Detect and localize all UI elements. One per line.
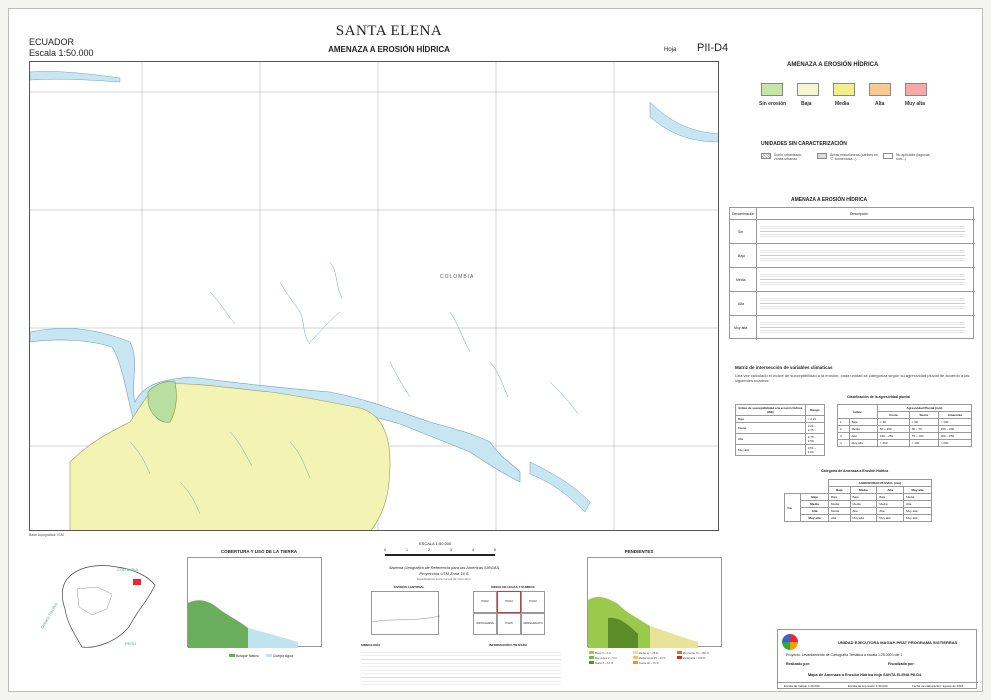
title-block: UNIDAD EJECUTORA MAGAP-PRAT PROGRAMA SIG…: [777, 629, 978, 689]
simbologia-list: [361, 649, 561, 687]
swatch-media: [833, 83, 855, 96]
swatch-baja: [797, 83, 819, 96]
base-note: Base topográfica: IGM: [29, 533, 64, 537]
desc-row: Sin: [730, 220, 975, 244]
desc-row: Baja: [730, 244, 975, 268]
pendientes-title: PENDIENTES: [624, 549, 654, 554]
description-table: Denominación Descripción Sin Baja Media …: [729, 207, 975, 340]
projection-3: Equidistancia entre curvas de nivel 40 m: [417, 577, 471, 581]
location-map: COLOMBIA PERÚ Océano Pacífico: [37, 549, 167, 659]
hoja-label: Hoja: [664, 47, 677, 53]
legend-classes: Sin erosión Baja Media Alta Muy alta: [759, 81, 931, 116]
footer-2: Escala de impresión 1:50.000: [848, 684, 888, 688]
scale-label: Escala 1:50.000: [29, 48, 94, 58]
svg-text:Océano Pacífico: Océano Pacífico: [40, 601, 59, 630]
desc-row: Media: [730, 268, 975, 292]
svg-text:PERÚ: PERÚ: [125, 641, 136, 646]
project-line: Proyecto: Levantamiento de Cartografía T…: [786, 653, 903, 657]
scale-title: ESCALA 1:50.000: [419, 541, 452, 546]
logo-icon: [782, 634, 798, 650]
desc-row: Muy alta: [730, 316, 975, 340]
swatch-no-aplicable: [883, 153, 893, 159]
page-title: SANTA ELENA: [335, 23, 443, 39]
unidades-list: Suelo urbanizado, zonas urbanas Áreas mi…: [761, 153, 931, 171]
swatch-alta: [869, 83, 891, 96]
fiscalizado-label: Fiscalizado por:: [888, 662, 915, 666]
river-nw: [30, 71, 121, 83]
desc-header: Denominación Descripción: [730, 208, 975, 220]
swatch-urbano: [761, 153, 771, 159]
river-se: [529, 461, 591, 513]
label-miscelaneas: Áreas misceláneas (caribes en 'C' tormen…: [830, 153, 878, 161]
swatch-muy-alta: [905, 83, 927, 96]
desc-table-title: AMENAZA A EROSIÓN HÍDRICA: [791, 197, 868, 203]
unidades-title: UNIDADES SIN CARACTERIZACIÓN: [761, 141, 847, 147]
baja-area: [69, 383, 391, 530]
label-no-aplicable: No aplicable (lagunas, ríos...): [896, 153, 931, 161]
susceptibility-table: Índice de susceptibilidad a la erosión h…: [735, 404, 826, 456]
pendientes-legend: Plano 0 – 2 % Muy suave 2 – 5 % Suave 5 …: [589, 651, 729, 671]
swatch-miscelaneas: [817, 153, 827, 159]
division-title: DIVISIÓN CANTONAL: [393, 585, 425, 589]
place-label: COLOMBIA: [440, 274, 474, 280]
indice-title: ÍNDICE DE HOJAS Y RUMBOS: [491, 585, 535, 589]
clasif-title: Clasificación de la agresividad pluvial: [847, 395, 911, 399]
swatch-sin-erosion: [761, 83, 783, 96]
projection-1: Sistema Geográfico de Referencia para la…: [388, 565, 500, 570]
desc-col-2: Descripción: [850, 212, 869, 216]
realizado-label: Realizado por:: [786, 662, 811, 666]
page-subtitle: AMENAZA A EROSIÓN HÍDRICA: [328, 45, 450, 54]
projection-2: Proyección UTM Zona 16 S: [419, 571, 469, 576]
info-title: INFORMACIÓN UTILIZADA: [489, 643, 528, 647]
footer-1: Escala de trabajo 1:25.000: [784, 684, 820, 688]
division-cantonal: [371, 591, 441, 635]
map-sheet: ECUADOR Escala 1:50.000 SANTA ELENA AMEN…: [8, 8, 983, 692]
cobertura-inset[interactable]: [187, 557, 322, 648]
agresividad-table: Índice Agresividad Pluvial (mm) Costa Sier…: [837, 404, 973, 447]
desc-row: Alta: [730, 292, 975, 316]
matrix-title: Matriz de intersección de variables clim…: [735, 365, 833, 370]
pendientes-inset[interactable]: [587, 557, 722, 648]
label-alta: Alta: [875, 101, 885, 107]
indice-hojas: PII-D2 PII-D4 PII-D3 SANTA ELENA PII-D5 …: [473, 591, 545, 635]
categoria-title: Categoría de Amenaza a Erosión Hídrica: [821, 469, 889, 473]
legend-title: AMENAZA A EROSIÓN HÍDRICA: [787, 62, 879, 68]
label-muy-alta: Muy alta: [905, 101, 926, 107]
desc-col-1: Denominación: [732, 212, 755, 216]
label-urbano: Suelo urbanizado, zonas urbanas: [774, 153, 803, 161]
country-label: ECUADOR: [29, 37, 75, 47]
categoria-table: AGRESIVIDAD PLUVIAL (mm) Baja Media Alta Mu…: [783, 479, 933, 522]
simbologia-title: SIMBOLOGÍA: [361, 643, 381, 647]
main-map[interactable]: COLOMBIA: [29, 61, 719, 531]
footer-3: Fecha de elaboración: agosto de 2015: [912, 684, 964, 688]
cobertura-title: COBERTURA Y USO DE LA TIERRA: [220, 549, 298, 554]
unit-title: UNIDAD EJECUTORA MAGAP-PRAT PROGRAMA SIG…: [838, 640, 958, 645]
label-media: Media: [835, 101, 850, 107]
river-ne: [649, 101, 718, 143]
map-name: Mapa de Amenaza a Erosión Hídrica hoja S…: [808, 673, 922, 677]
matrix-intro: Una vez calculado el índice de susceptib…: [735, 373, 970, 383]
label-baja: Baja: [801, 101, 812, 107]
cobertura-legend: Bosque Nativo Cuerpo Agua: [229, 654, 293, 658]
hoja-value: PII-D4: [697, 42, 729, 54]
svg-text:COLOMBIA: COLOMBIA: [117, 567, 138, 572]
scale-bar: 0 1 2 3 4 5: [384, 548, 497, 558]
label-sin-erosion: Sin erosión: [759, 101, 787, 107]
map-canvas: COLOMBIA: [30, 62, 718, 530]
